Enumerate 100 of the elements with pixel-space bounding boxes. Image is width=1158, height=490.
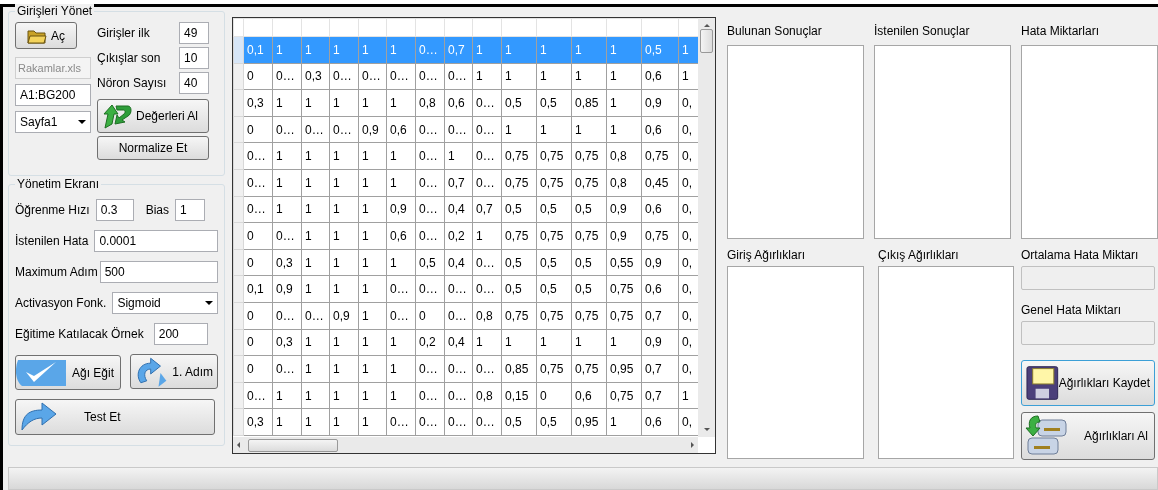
table-cell: 1 xyxy=(358,275,387,303)
table-cell: 1 xyxy=(301,196,330,223)
list-box[interactable] xyxy=(874,45,1011,239)
table-cell: 1 xyxy=(571,329,607,356)
table-row[interactable]: 0,3 1 1 1 1 1 0,8 0,6 0… 0,5 0,5 0,85 1 0,9 0, xyxy=(233,89,698,117)
vertical-scrollbar[interactable] xyxy=(698,18,715,437)
table-cell: 1 xyxy=(386,89,416,117)
curved-arrow-icon xyxy=(20,402,58,432)
load-weights-button[interactable]: Ağırlıkları Al xyxy=(1021,412,1155,460)
table-row[interactable]: 0… 1 1 1 1 1 0… 0,7 0… 0,75 0,75 0,75 0,8 0,45 0, xyxy=(233,169,698,197)
scrollbar-thumb[interactable] xyxy=(248,438,338,452)
scroll-left-icon[interactable] xyxy=(237,442,240,448)
field-label: Maximum Adım xyxy=(15,264,98,280)
table-cell: 0,5 xyxy=(501,89,537,117)
table-row[interactable]: 0,1 0,9 1 1 1 0… 0… 0… 0… 0,5 0,5 0,5 0,75 0,6 0, xyxy=(233,275,698,303)
table-row[interactable]: 0 0… 0… 0,9 1 0… 0 0… 0,8 0,75 0,75 0,75 0,75 0,7 0, xyxy=(233,302,698,330)
table-cell: 0,5 xyxy=(501,196,537,223)
table-cell: 0,6 xyxy=(641,63,679,90)
sheet-dropdown[interactable]: Sayfa1 xyxy=(15,111,91,133)
table-cell: 1 xyxy=(301,408,330,436)
range-field[interactable]: A1:BG200 xyxy=(15,84,91,106)
scrollbar-thumb[interactable] xyxy=(700,29,713,53)
table-cell: 1 xyxy=(358,408,387,436)
table-cell: 1 xyxy=(301,382,330,409)
text-field[interactable]: 0.3 xyxy=(95,199,134,221)
table-cell: 0… xyxy=(444,116,473,143)
table-cell: 0… xyxy=(243,142,273,170)
open-button[interactable]: Aç xyxy=(15,22,77,49)
table-row[interactable]: 0,3 1 1 1 1 0… 0… 0… 0… 0,5 0,5 0,95 1 0,6 0, xyxy=(233,408,698,436)
field-label: Genel Hata Miktarı xyxy=(1021,302,1123,318)
number-field[interactable]: 49 xyxy=(179,22,209,44)
table-cell: 0,9 xyxy=(386,196,416,223)
table-cell: 0… xyxy=(243,382,273,409)
table-cell: 0,3 xyxy=(301,63,330,90)
table-cell: 1 xyxy=(301,249,330,276)
table-cell: 0,75 xyxy=(501,222,537,250)
table-cell: 1 xyxy=(386,249,416,276)
table-cell: 1 xyxy=(386,355,416,383)
list-label: Çıkış Ağırlıkları xyxy=(878,247,960,263)
scroll-right-icon[interactable] xyxy=(691,442,694,448)
scroll-down-icon[interactable] xyxy=(703,428,710,431)
table-row[interactable]: 0… 1 1 1 1 1 0… 0… 0,8 0,15 0 0,6 0,75 0,7 1 xyxy=(233,382,698,409)
list-box[interactable] xyxy=(727,45,864,239)
table-cell: 0,9 xyxy=(606,222,642,250)
table-cell: 1 xyxy=(606,329,642,356)
table-cell: 0,8 xyxy=(472,382,502,409)
text-field[interactable]: 0.0001 xyxy=(94,230,218,252)
list-label: İstenilen Sonuçlar xyxy=(874,23,971,39)
table-cell: 0 xyxy=(243,222,273,250)
table-row[interactable]: 0 0,3 1 1 1 1 0,5 0,4 0… 0,5 0,5 0,5 0,55 0,9 0, xyxy=(233,249,698,276)
table-row[interactable]: 0 0… 1 1 1 1 0… 0… 0… 0,85 0,75 0,75 0,95 0,7 0, xyxy=(233,355,698,383)
activation-dropdown[interactable]: Sigmoid xyxy=(112,292,218,314)
refresh-icon xyxy=(135,356,169,387)
train-button[interactable]: Ağı Eğit xyxy=(15,355,121,390)
table-row[interactable]: 0 0… 1 1 1 0,6 0… 0,2 1 0,75 0,75 0,75 0,9 0,75 0, xyxy=(233,222,698,250)
text-field[interactable]: 1 xyxy=(175,199,206,221)
table-cell: 0… xyxy=(272,302,302,330)
number-field[interactable]: 10 xyxy=(179,47,209,69)
normalize-button[interactable]: Normalize Et xyxy=(97,136,209,160)
table-cell: 1 xyxy=(606,408,642,436)
text-field[interactable]: 200 xyxy=(153,323,208,345)
table-cell: 1 xyxy=(329,275,359,303)
table-cell: 1 xyxy=(301,142,330,170)
table-cell: 0,75 xyxy=(606,302,642,330)
table-cell: 0… xyxy=(444,355,473,383)
table-cell: 0,75 xyxy=(536,169,572,197)
table-cell: 0,9 xyxy=(641,249,679,276)
table-cell: 1 xyxy=(329,355,359,383)
table-cell: 1 xyxy=(358,196,387,223)
number-field[interactable]: 40 xyxy=(179,72,209,94)
table-row[interactable]: 0… 1 1 1 1 1 0… 1 0… 0,75 0,75 0,75 0,8 0,75 0, xyxy=(233,142,698,170)
table-row[interactable]: 0 0… 0… 0… 0,9 0,6 0… 0… 0… 1 1 1 1 0,6 0, xyxy=(233,116,698,143)
table-cell: 0 xyxy=(243,249,273,276)
table-cell: 0,2 xyxy=(415,329,445,356)
table-row[interactable]: 0… 1 1 1 1 0,9 0… 0,4 0,7 0,5 0,5 0,5 0,9 0,6 0, xyxy=(233,196,698,223)
table-row[interactable]: 0 0,3 1 1 1 1 0,2 0,4 1 1 1 1 1 0,9 0, xyxy=(233,329,698,356)
table-cell: 1 xyxy=(329,249,359,276)
table-cell: 0… xyxy=(415,116,445,143)
get-values-button[interactable]: Değerleri Al xyxy=(97,99,209,133)
list-box[interactable] xyxy=(878,266,1014,459)
list-box[interactable] xyxy=(1021,45,1158,239)
table-cell: 0… xyxy=(472,408,502,436)
list-box[interactable] xyxy=(727,266,864,459)
table-cell: 0,75 xyxy=(536,142,572,170)
test-button[interactable]: Test Et xyxy=(15,399,215,435)
table-cell: 0… xyxy=(386,408,416,436)
save-weights-button[interactable]: Ağırlıkları Kaydet xyxy=(1021,360,1155,406)
table-cell: 0,75 xyxy=(501,142,537,170)
table-cell: 1 xyxy=(501,329,537,356)
step-button[interactable]: 1. Adım xyxy=(130,354,218,389)
table-cell: 0… xyxy=(272,355,302,383)
table-cell: 0… xyxy=(415,382,445,409)
table-cell: 0,85 xyxy=(501,355,537,383)
table-cell: 0,75 xyxy=(606,382,642,409)
horizontal-scrollbar[interactable] xyxy=(233,437,698,453)
table-row[interactable]: 0 0… 0,3 0… 0… 0… 0… 0… 1 1 1 1 1 0,6 1 xyxy=(233,63,698,90)
table-cell: 0… xyxy=(472,355,502,383)
folder-icon xyxy=(27,27,47,44)
text-field[interactable]: 500 xyxy=(99,261,218,283)
field-label: Ortalama Hata Miktarı xyxy=(1021,247,1140,263)
